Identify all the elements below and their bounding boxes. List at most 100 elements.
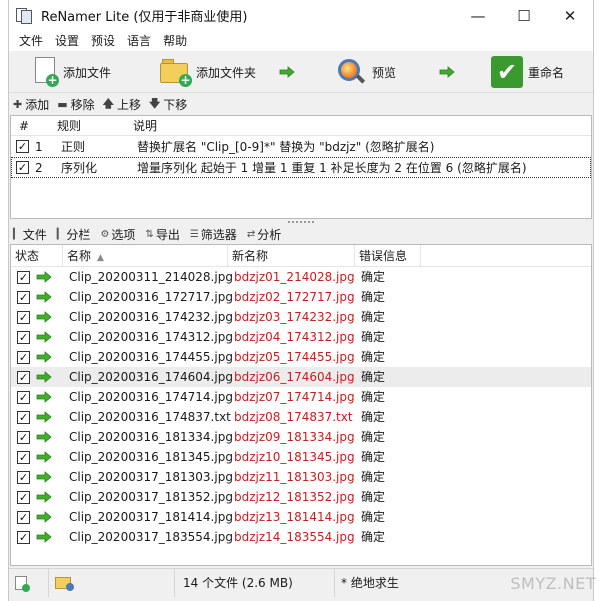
file-status: ✓ [17, 287, 52, 307]
options-menu-button[interactable]: ⚙ 选项 [100, 226, 135, 243]
arrow-right-icon [36, 371, 52, 383]
menu-help[interactable]: 帮助 [157, 31, 193, 51]
move-up-button[interactable]: 🡅 上移 [103, 95, 141, 114]
file-checkbox[interactable]: ✓ [17, 410, 30, 424]
add-file-icon: + [33, 57, 59, 87]
rule-checkbox[interactable]: ✓ [16, 140, 29, 153]
file-row[interactable]: ✓ Clip_20200316_174714.jpg bdzjz07_174714.… [11, 387, 591, 407]
close-icon: ✕ [563, 6, 577, 25]
rename-button[interactable]: ✔ 重命名 [491, 56, 564, 88]
file-row[interactable]: ✓ Clip_20200317_181303.jpg bdzjz11_181303.… [11, 467, 591, 487]
arrow-right-icon [36, 351, 52, 363]
files-menu-button[interactable]: ▎ 文件 [13, 226, 47, 243]
file-name: Clip_20200316_174312.jpg [69, 330, 233, 344]
filter-icon: ☰ [189, 228, 199, 240]
rule-row[interactable]: ✓ 1 正则 替换扩展名 "Clip_[0-9]*" 替换为 "bdzjz" (… [11, 136, 591, 157]
plus-icon: ✚ [13, 97, 23, 111]
col-rule[interactable]: 规则 [57, 117, 133, 134]
menu-file[interactable]: 文件 [13, 31, 49, 51]
menu-language[interactable]: 语言 [121, 31, 157, 51]
file-row[interactable]: ✓ Clip_20200316_172717.jpg bdzjz02_172717.… [11, 287, 591, 307]
minimize-button[interactable]: — [455, 0, 501, 31]
status-add-file[interactable] [9, 568, 49, 597]
file-checkbox[interactable]: ✓ [17, 530, 30, 544]
file-checkbox[interactable]: ✓ [17, 430, 30, 444]
file-checkbox[interactable]: ✓ [17, 270, 30, 284]
analyze-menu-button[interactable]: ⇄ 分析 [247, 226, 281, 243]
file-row[interactable]: ✓ Clip_20200317_181414.jpg bdzjz13_181414.… [11, 507, 591, 527]
col-status[interactable]: 状态 [11, 245, 63, 267]
file-status: ✓ [17, 267, 52, 287]
rule-checkbox[interactable]: ✓ [16, 161, 29, 174]
menu-settings[interactable]: 设置 [49, 31, 85, 51]
columns-menu-button[interactable]: ▎ 分栏 [57, 226, 91, 243]
rule-index: 2 [35, 160, 43, 175]
file-status: ✓ [17, 347, 52, 367]
file-checkbox[interactable]: ✓ [17, 390, 30, 404]
arrow-right-icon [36, 291, 52, 303]
file-checkbox[interactable]: ✓ [17, 330, 30, 344]
col-name-label: 名称 [67, 249, 92, 263]
file-checkbox[interactable]: ✓ [17, 510, 30, 524]
filters-menu-button[interactable]: ☰ 筛选器 [190, 226, 237, 243]
file-row[interactable]: ✓ Clip_20200316_174837.txt bdzjz08_174837.… [11, 407, 591, 427]
file-status: ✓ [17, 387, 52, 407]
arrow-right-icon [439, 66, 455, 78]
file-new-name: bdzjz09_181334.jpg [234, 430, 355, 444]
rule-description: 增量序列化 起始于 1 增量 1 重复 1 补足长度为 2 在位置 6 (忽略扩… [137, 161, 527, 175]
close-button[interactable]: ✕ [547, 0, 593, 31]
add-rule-button[interactable]: ✚ 添加 [13, 96, 49, 113]
file-row[interactable]: ✓ Clip_20200316_181345.jpg bdzjz10_181345.… [11, 447, 591, 467]
rule-row[interactable]: ✓ 2 序列化 增量序列化 起始于 1 增量 1 重复 1 补足长度为 2 在位… [11, 157, 591, 178]
file-row[interactable]: ✓ Clip_20200317_183554.jpg bdzjz14_183554.… [11, 527, 591, 547]
add-folder-button[interactable]: + 添加文件夹 [160, 56, 256, 88]
file-row[interactable]: ✓ Clip_20200316_174455.jpg bdzjz05_174455.… [11, 347, 591, 367]
menu-presets[interactable]: 预设 [85, 31, 121, 51]
file-status: ✓ [17, 447, 52, 467]
app-icon [15, 7, 33, 25]
col-new-name[interactable]: 新名称 [228, 245, 355, 267]
file-checkbox[interactable]: ✓ [17, 470, 30, 484]
file-checkbox[interactable]: ✓ [17, 290, 30, 304]
maximize-button[interactable]: ☐ [501, 0, 547, 31]
columns-menu-label: 分栏 [66, 227, 91, 242]
file-row[interactable]: ✓ Clip_20200316_174232.jpg bdzjz03_174232.… [11, 307, 591, 327]
arrow-right-icon [36, 271, 52, 283]
file-row[interactable]: ✓ Clip_20200316_174604.jpg bdzjz06_174604.… [11, 367, 591, 387]
file-row[interactable]: ✓ Clip_20200311_214028.jpg bdzjz01_214028.… [11, 267, 591, 287]
col-error[interactable]: 错误信息 [355, 245, 421, 267]
file-checkbox[interactable]: ✓ [17, 370, 30, 384]
file-new-name: bdzjz05_174455.jpg [234, 350, 355, 364]
remove-rule-button[interactable]: ▬ 移除 [57, 96, 94, 113]
file-new-name: bdzjz02_172717.jpg [234, 290, 355, 304]
file-name: Clip_20200316_174714.jpg [69, 390, 233, 404]
status-add-folder[interactable] [49, 568, 175, 597]
file-checkbox[interactable]: ✓ [17, 490, 30, 504]
col-index[interactable]: # [19, 119, 57, 133]
file-row[interactable]: ✓ Clip_20200316_174312.jpg bdzjz04_174312.… [11, 327, 591, 347]
file-new-name: bdzjz13_181414.jpg [234, 510, 355, 524]
preview-button[interactable]: 预览 [336, 56, 396, 88]
move-down-label: 下移 [163, 97, 188, 112]
file-row[interactable]: ✓ Clip_20200316_181334.jpg bdzjz09_181334.… [11, 427, 591, 447]
move-down-button[interactable]: 🡇 下移 [149, 95, 187, 114]
add-rule-label: 添加 [25, 97, 50, 112]
files-toolbar: ▎ 文件 ▎ 分栏 ⚙ 选项 ⇅ 导出 ☰ 筛选器 ⇄ 分析 [9, 224, 593, 244]
rules-toolbar: ✚ 添加 ▬ 移除 🡅 上移 🡇 下移 [9, 93, 593, 115]
col-name[interactable]: 名称 ▲ [63, 245, 228, 267]
export-menu-button[interactable]: ⇅ 导出 [145, 226, 179, 243]
file-status: ✓ [17, 427, 52, 447]
file-checkbox[interactable]: ✓ [17, 310, 30, 324]
file-checkbox[interactable]: ✓ [17, 350, 30, 364]
file-row[interactable]: ✓ Clip_20200317_181352.jpg bdzjz12_181352.… [11, 487, 591, 507]
add-files-button[interactable]: + 添加文件 [33, 56, 111, 88]
file-name: Clip_20200316_181334.jpg [69, 430, 233, 444]
file-status: ✓ [17, 527, 52, 547]
rule-type: 序列化 [61, 161, 98, 175]
menu-bar: 文件 设置 预设 语言 帮助 [9, 31, 593, 51]
arrow-up-icon: 🡅 [102, 96, 114, 110]
col-description[interactable]: 说明 [133, 117, 157, 134]
file-status: ✓ [17, 367, 52, 387]
file-new-name: bdzjz07_174714.jpg [234, 390, 355, 404]
file-checkbox[interactable]: ✓ [17, 450, 30, 464]
